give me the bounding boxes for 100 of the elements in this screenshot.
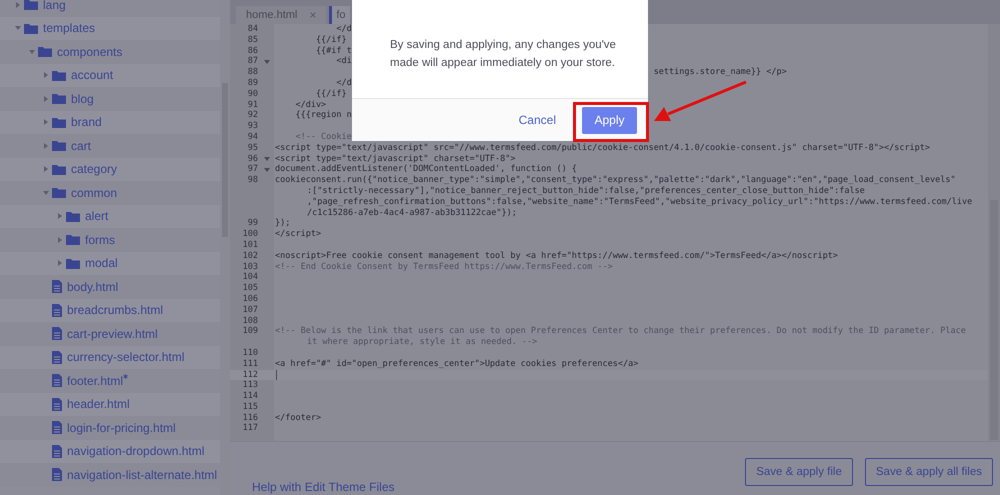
item-label: blog — [71, 92, 94, 106]
item-label: footer.html — [67, 374, 124, 388]
line-number: 110 — [242, 348, 259, 359]
code-line: {{#if t — [314, 46, 352, 56]
line-number: 97 — [246, 164, 259, 176]
fold-caret-icon[interactable] — [264, 156, 270, 161]
folder-item[interactable]: modal — [0, 252, 220, 275]
code-line: </footer> — [274, 412, 322, 424]
line-number: 116 — [242, 412, 259, 424]
code-line: <a href="#" id="open_preferences_center">Update cookies preferences</a> — [274, 358, 638, 370]
code-line: {{/if} — [314, 88, 347, 100]
code-line: </d — [335, 24, 352, 35]
cancel-button[interactable]: Cancel — [512, 112, 562, 128]
line-number: 96 — [246, 154, 259, 164]
code-line: document.addEventListener('DOMContentLoaded', function () { — [274, 164, 577, 176]
line-number: 107 — [242, 304, 259, 316]
line-number: 86 — [246, 46, 259, 56]
line-number: 91 — [246, 100, 259, 110]
line-number: 112 — [242, 370, 259, 380]
file-icon — [52, 468, 62, 482]
code-line: settings.store_name}} </p> — [654, 67, 787, 78]
folder-item[interactable]: alert — [0, 204, 220, 228]
fold-caret-icon[interactable] — [264, 168, 270, 172]
code-line: <script type="text/javascript" charset="UTF-8"> — [274, 154, 516, 164]
code-line: <noscript>Free cookie consent management tool by <a href="https://www.termsfeed.com/">TermsFeed</a></noscript> — [274, 250, 838, 262]
line-number: 84 — [246, 24, 259, 35]
code-comment: <!-- Cookie — [294, 132, 352, 143]
item-label: cart — [71, 138, 92, 153]
folder-item[interactable]: account — [0, 64, 220, 87]
line-number: 108 — [242, 316, 259, 326]
line-number: 115 — [242, 402, 259, 413]
caret-icon[interactable] — [57, 260, 63, 266]
file-item[interactable]: breadcrumbs.html — [0, 298, 220, 322]
folder-icon — [24, 22, 38, 34]
help-link[interactable]: Help with Edit Theme Files — [252, 480, 394, 494]
line-number: 111 — [242, 358, 259, 370]
code-editor[interactable] — [230, 24, 1000, 441]
folder-icon — [66, 210, 80, 222]
item-label: templates — [43, 21, 96, 36]
fold-caret-icon[interactable] — [264, 60, 270, 64]
caret-icon[interactable] — [43, 119, 49, 126]
line-number: 88 — [246, 67, 259, 78]
item-label: modal — [85, 256, 118, 270]
folder-item[interactable]: category — [0, 158, 220, 181]
folder-item[interactable]: brand — [0, 110, 220, 134]
code-line: cookieconsent.run({"notice_banner_type":"simple","consent_type":"express","palette":"dark","language":"en","page_load_consent_levels" — [274, 175, 956, 186]
caret-icon[interactable] — [43, 96, 49, 102]
folder-icon — [38, 46, 52, 58]
save-button[interactable]: Save & apply file — [745, 458, 853, 486]
caret-icon[interactable] — [29, 48, 35, 55]
code-line: </div> — [294, 100, 326, 110]
caret-icon[interactable] — [43, 72, 49, 78]
caret-icon[interactable] — [15, 2, 21, 8]
line-number: 103 — [242, 262, 259, 272]
folder-icon — [52, 140, 66, 152]
folder-icon — [66, 234, 80, 246]
line-number: 94 — [246, 132, 259, 143]
item-label: currency-selector.html — [67, 350, 184, 364]
caret-icon[interactable] — [43, 190, 49, 196]
file-item[interactable]: navigation-dropdown.html — [0, 440, 220, 463]
folder-item[interactable]: templates — [0, 16, 220, 40]
editor-tab[interactable]: home.html × — [236, 6, 326, 24]
item-label: navigation-list-alternate.html — [67, 468, 218, 482]
item-label: category — [71, 162, 118, 176]
file-item[interactable]: header.html — [0, 392, 220, 416]
line-number: 109 — [242, 326, 259, 338]
line-number: 101 — [242, 240, 259, 251]
file-icon — [52, 350, 62, 364]
folder-icon — [24, 0, 38, 10]
caret-icon[interactable] — [43, 166, 49, 172]
item-label: header.html — [67, 397, 130, 412]
folder-icon — [66, 258, 80, 269]
code-line: {{{region n — [294, 110, 352, 122]
item-label: alert — [85, 209, 108, 224]
close-icon[interactable]: × — [309, 8, 316, 22]
text-cursor — [276, 370, 277, 380]
code-comment: it where appropriate, style it as needed. --> — [306, 337, 538, 348]
file-item[interactable]: currency-selector.html — [0, 346, 220, 369]
code-comment: <!-- End Cookie Consent by TermsFeed https://www.TermsFeed.com --> — [274, 262, 613, 272]
line-number: 113 — [242, 380, 259, 392]
save-button[interactable]: Save & apply all files — [864, 458, 993, 486]
item-label: common — [71, 186, 118, 200]
caret-icon[interactable] — [15, 25, 21, 32]
apply-button[interactable]: Apply — [582, 106, 637, 134]
code-line: /c1c15286-a7eb-4ac4-a987-ab3b31122cae"}); — [306, 208, 517, 218]
file-icon — [52, 444, 62, 458]
editor-tab[interactable]: fo — [329, 6, 350, 24]
code-line: <di — [335, 56, 352, 68]
line-number: 114 — [242, 391, 259, 402]
code-line: </d — [335, 78, 352, 89]
folder-icon — [52, 93, 66, 104]
line-number: 93 — [246, 121, 259, 132]
line-number: 87 — [246, 56, 259, 68]
line-number: 117 — [242, 423, 259, 434]
caret-icon[interactable] — [43, 142, 49, 149]
file-icon — [52, 304, 62, 317]
folder-icon — [52, 164, 66, 175]
caret-icon[interactable] — [57, 236, 63, 243]
caret-icon[interactable] — [57, 213, 63, 220]
file-icon — [52, 280, 62, 294]
